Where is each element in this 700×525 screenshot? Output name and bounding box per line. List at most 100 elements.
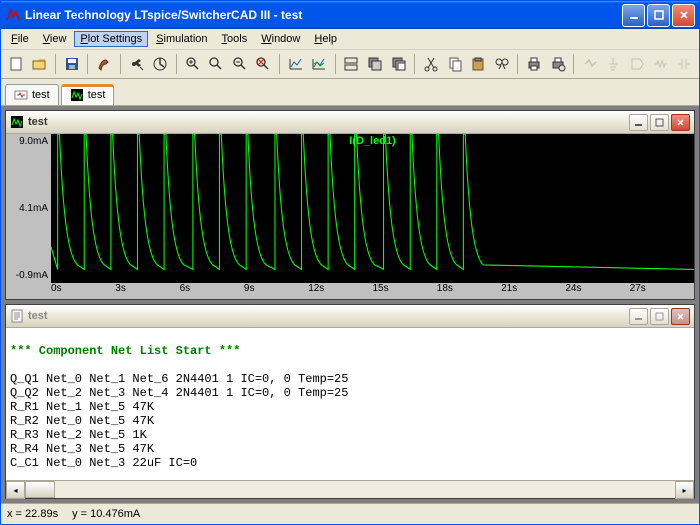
text-file-icon bbox=[10, 309, 24, 323]
autorange-button[interactable] bbox=[285, 52, 307, 76]
scroll-right-button[interactable]: ▸ bbox=[675, 481, 694, 499]
tab-waveform[interactable]: test bbox=[61, 84, 115, 105]
netlist-window-titlebar[interactable]: test bbox=[6, 305, 694, 328]
plot-canvas[interactable]: I(D_led1) bbox=[51, 134, 694, 283]
plot-minimize-button[interactable] bbox=[629, 114, 648, 131]
waveform-trace bbox=[51, 134, 694, 283]
minimize-button[interactable] bbox=[622, 4, 645, 27]
draw-wire-button[interactable] bbox=[579, 52, 601, 76]
open-button[interactable] bbox=[29, 52, 51, 76]
zoom-out-button[interactable] bbox=[229, 52, 251, 76]
x-tick: 0s bbox=[51, 283, 115, 299]
app-window: Linear Technology LTspice/SwitcherCAD II… bbox=[0, 0, 700, 525]
x-tick: 12s bbox=[308, 283, 372, 299]
netlist-hscrollbar[interactable]: ◂ ▸ bbox=[6, 480, 694, 498]
x-tick: 6s bbox=[180, 283, 244, 299]
toolbar bbox=[1, 50, 699, 79]
run-button[interactable] bbox=[126, 52, 148, 76]
plot-x-axis[interactable]: 0s 3s 6s 9s 12s 15s 18s 21s 24s 27s bbox=[51, 283, 694, 299]
tab-label: test bbox=[32, 89, 50, 101]
statusbar: x = 22.89s y = 10.476mA bbox=[1, 503, 699, 524]
menu-plot-settings[interactable]: Plot Settings bbox=[74, 31, 148, 47]
netlist-header: *** Component Net List Start *** bbox=[10, 344, 240, 358]
tile-windows-button[interactable] bbox=[341, 52, 363, 76]
plot-window-titlebar[interactable]: test bbox=[6, 111, 694, 134]
menu-tools[interactable]: Tools bbox=[216, 31, 254, 47]
plot-window: test 9.0mA 4.1mA -0.9mA I(D_led1) bbox=[5, 110, 695, 300]
netlist-line: R_R4 Net_3 Net_5 47K bbox=[10, 442, 154, 456]
x-tick: 27s bbox=[630, 283, 694, 299]
schematic-icon bbox=[14, 88, 28, 102]
menu-window[interactable]: Window bbox=[255, 31, 306, 47]
tabstrip: test test bbox=[1, 79, 699, 106]
halt-button[interactable] bbox=[149, 52, 171, 76]
window-buttons bbox=[622, 4, 695, 27]
menu-help[interactable]: Help bbox=[308, 31, 343, 47]
plot-area[interactable]: 9.0mA 4.1mA -0.9mA I(D_led1) 0s 3s 6s bbox=[6, 134, 694, 299]
close-button[interactable] bbox=[672, 4, 695, 27]
x-tick: 24s bbox=[565, 283, 629, 299]
plot-maximize-button[interactable] bbox=[650, 114, 669, 131]
netlist-window-title: test bbox=[28, 310, 629, 322]
y-tick: 9.0mA bbox=[19, 136, 48, 147]
print-setup-button[interactable] bbox=[547, 52, 569, 76]
resistor-button[interactable] bbox=[650, 52, 672, 76]
netlist-line: R_R2 Net_0 Net_5 47K bbox=[10, 414, 154, 428]
print-button[interactable] bbox=[523, 52, 545, 76]
waveform-icon bbox=[10, 115, 24, 129]
scroll-thumb[interactable] bbox=[25, 481, 55, 498]
mdi-area: test 9.0mA 4.1mA -0.9mA I(D_led1) bbox=[1, 106, 699, 503]
x-tick: 3s bbox=[115, 283, 179, 299]
find-button[interactable] bbox=[491, 52, 513, 76]
y-tick: -0.9mA bbox=[16, 270, 48, 281]
netlist-close-button[interactable] bbox=[671, 308, 690, 325]
netlist-line: R_R3 Net_2 Net_5 1K bbox=[10, 428, 147, 442]
zoom-pan-button[interactable] bbox=[205, 52, 227, 76]
x-tick: 9s bbox=[244, 283, 308, 299]
netlist-minimize-button[interactable] bbox=[629, 308, 648, 325]
cut-button[interactable] bbox=[420, 52, 442, 76]
netlist-window: test *** Component Net List Start *** Q_… bbox=[5, 304, 695, 499]
netlist-line: Q_Q2 Net_2 Net_3 Net_4 2N4401 1 IC=0, 0 … bbox=[10, 386, 348, 400]
titlebar[interactable]: Linear Technology LTspice/SwitcherCAD II… bbox=[1, 1, 699, 29]
x-tick: 18s bbox=[437, 283, 501, 299]
copy-button[interactable] bbox=[444, 52, 466, 76]
menubar: File View Plot Settings Simulation Tools… bbox=[1, 29, 699, 50]
x-tick: 15s bbox=[372, 283, 436, 299]
app-title: Linear Technology LTspice/SwitcherCAD II… bbox=[25, 8, 622, 22]
status-x: x = 22.89s bbox=[7, 508, 58, 520]
capacitor-button[interactable] bbox=[673, 52, 695, 76]
paste-button[interactable] bbox=[467, 52, 489, 76]
y-tick: 4.1mA bbox=[19, 203, 48, 214]
tab-label: test bbox=[88, 89, 106, 101]
menu-view[interactable]: View bbox=[37, 31, 73, 47]
ground-button[interactable] bbox=[603, 52, 625, 76]
plot-window-title: test bbox=[28, 116, 629, 128]
netlist-line: Q_Q1 Net_0 Net_1 Net_6 2N4401 1 IC=0, 0 … bbox=[10, 372, 348, 386]
new-schematic-button[interactable] bbox=[5, 52, 27, 76]
add-trace-button[interactable] bbox=[308, 52, 330, 76]
control-panel-button[interactable] bbox=[93, 52, 115, 76]
app-icon bbox=[5, 7, 21, 23]
scroll-left-button[interactable]: ◂ bbox=[6, 481, 25, 499]
netlist-text[interactable]: *** Component Net List Start *** Q_Q1 Ne… bbox=[6, 328, 694, 480]
menu-file[interactable]: File bbox=[5, 31, 35, 47]
zoom-fit-button[interactable] bbox=[252, 52, 274, 76]
tab-schematic[interactable]: test bbox=[5, 84, 59, 105]
maximize-button[interactable] bbox=[647, 4, 670, 27]
waveform-icon bbox=[70, 88, 84, 102]
plot-y-axis[interactable]: 9.0mA 4.1mA -0.9mA bbox=[6, 134, 51, 299]
save-button[interactable] bbox=[61, 52, 83, 76]
netlist-maximize-button[interactable] bbox=[650, 308, 669, 325]
netlist-line: R_R1 Net_1 Net_5 47K bbox=[10, 400, 154, 414]
status-y: y = 10.476mA bbox=[72, 508, 140, 520]
cascade-windows-button[interactable] bbox=[364, 52, 386, 76]
netlist-line: C_C1 Net_0 Net_3 22uF IC=0 bbox=[10, 456, 197, 470]
x-tick: 21s bbox=[501, 283, 565, 299]
scroll-track[interactable] bbox=[25, 481, 675, 498]
zoom-in-button[interactable] bbox=[182, 52, 204, 76]
plot-close-button[interactable] bbox=[671, 114, 690, 131]
close-window-button[interactable] bbox=[388, 52, 410, 76]
label-net-button[interactable] bbox=[626, 52, 648, 76]
menu-simulation[interactable]: Simulation bbox=[150, 31, 213, 47]
